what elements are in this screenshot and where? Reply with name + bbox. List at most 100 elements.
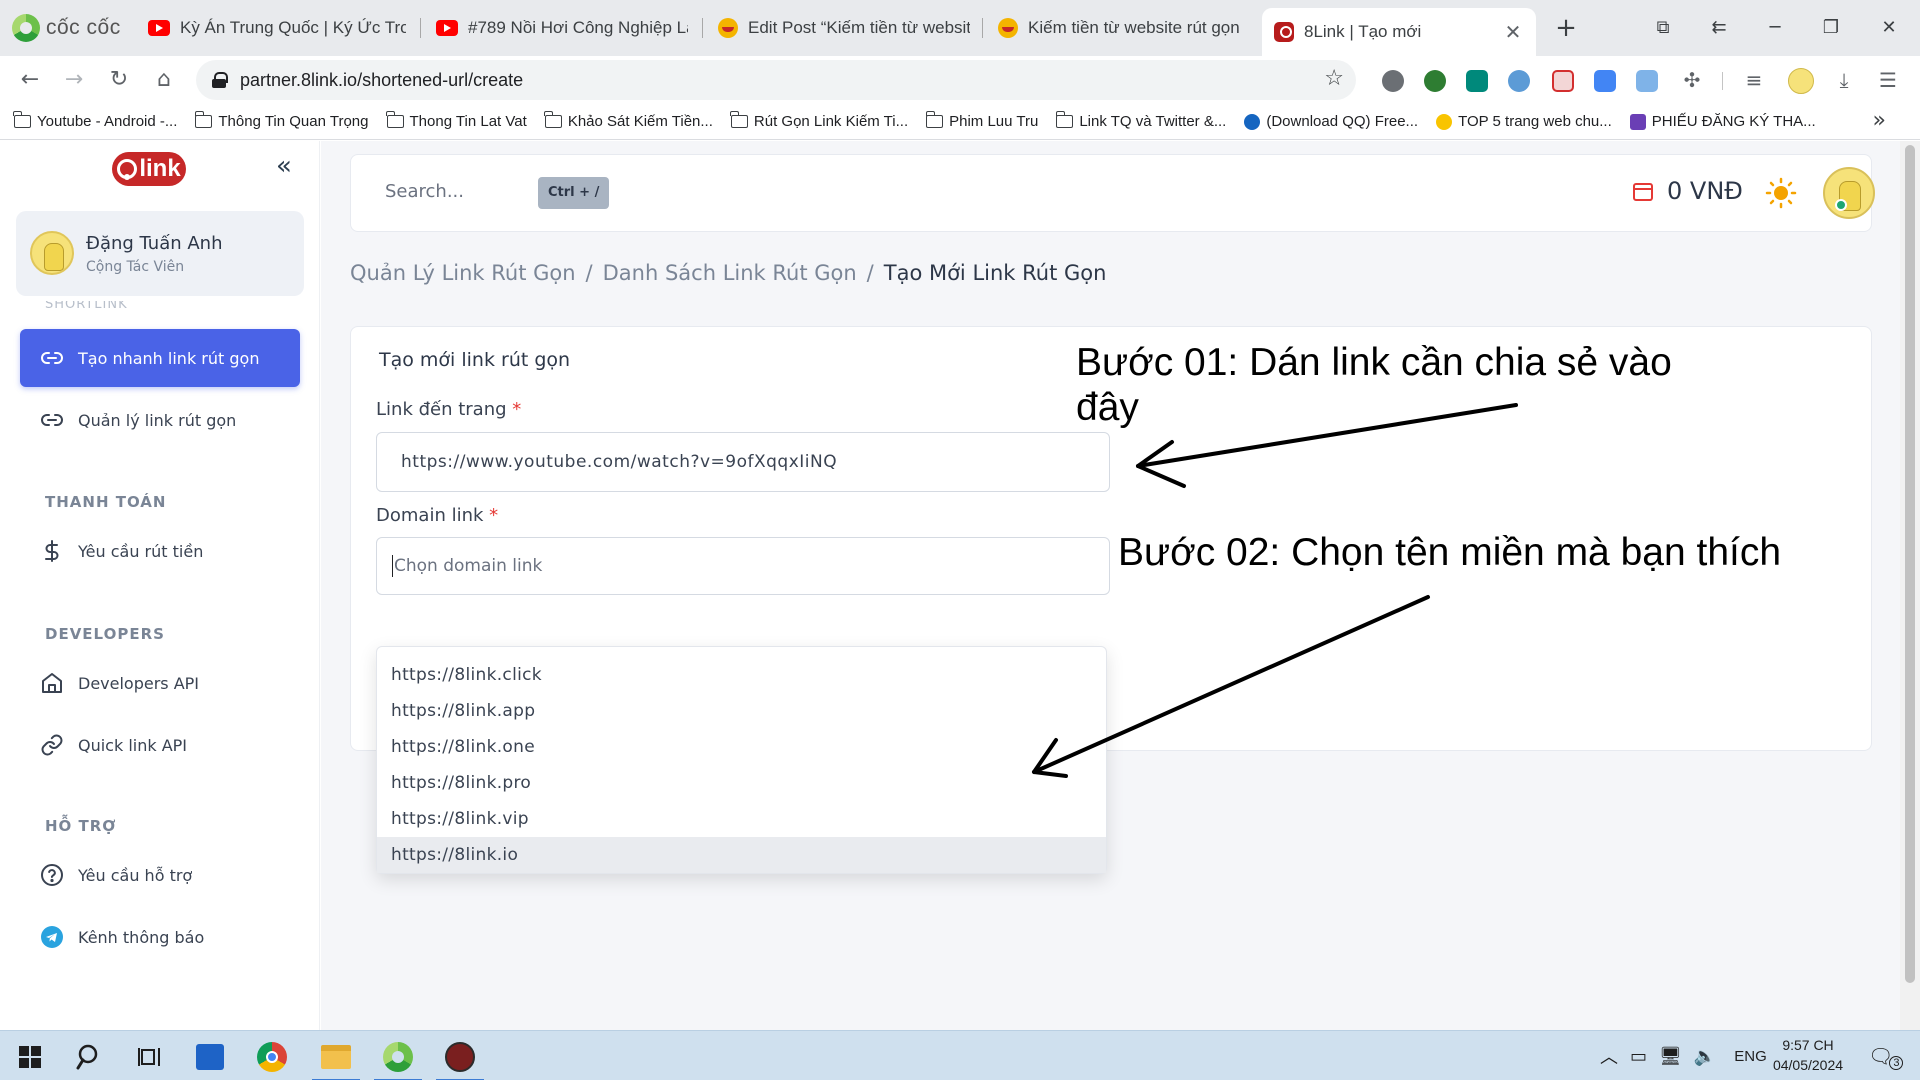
clock-date: 04/05/2024 xyxy=(1772,1057,1844,1073)
battery-icon[interactable]: ▭ xyxy=(1630,1046,1647,1067)
bookmark-star-icon[interactable]: ☆ xyxy=(1324,66,1344,91)
tab-label: Kiếm tiền từ website rút gọn lin xyxy=(1028,18,1244,37)
folder-icon xyxy=(13,111,31,128)
extensions-puzzle-icon[interactable]: ✣ xyxy=(1676,64,1708,96)
extension-robot-icon[interactable] xyxy=(1636,70,1658,92)
bookmark-item[interactable]: Phim Luu Tru xyxy=(925,111,1038,130)
breadcrumb: Quản Lý Link Rút Gọn / Danh Sách Link Rú… xyxy=(350,261,1106,285)
tab-2[interactable]: #789 Nồi Hơi Công Nghiệp Là xyxy=(424,8,700,48)
sun-icon[interactable] xyxy=(1765,177,1797,209)
scrollbar-thumb[interactable] xyxy=(1905,145,1915,983)
sidebar-item-notifications[interactable]: Kênh thông báo xyxy=(20,908,300,966)
reload-button[interactable]: ↻ xyxy=(103,64,135,96)
domain-option[interactable]: https://8link.vip xyxy=(377,801,1106,837)
bookmark-item[interactable]: Rút Gọn Link Kiếm Ti... xyxy=(730,111,908,130)
domain-option[interactable]: https://8link.one xyxy=(377,729,1106,765)
search-taskbar-button[interactable] xyxy=(62,1035,118,1079)
home-button[interactable]: ⌂ xyxy=(148,64,180,96)
clock[interactable]: 9:57 CH 04/05/2024 xyxy=(1760,1035,1856,1075)
domain-field-label: Domain link * xyxy=(376,505,498,526)
tab-3[interactable]: Edit Post “Kiếm tiền từ website xyxy=(706,8,982,48)
sidebar-item-support-request[interactable]: Yêu cầu hỗ trợ xyxy=(20,846,300,904)
breadcrumb-link[interactable]: Danh Sách Link Rút Gọn xyxy=(603,261,857,285)
notification-center-button[interactable]: 🗨 3 xyxy=(1868,1031,1904,1080)
extension-globe-icon[interactable] xyxy=(1424,70,1446,92)
bookmark-item[interactable]: Thông Tin Quan Trọng xyxy=(194,111,369,130)
extension-search-icon[interactable] xyxy=(1508,70,1530,92)
sidebar-item-withdraw[interactable]: Yêu cầu rút tiền xyxy=(20,522,300,580)
avatar[interactable] xyxy=(1823,167,1875,219)
new-tab-button[interactable]: + xyxy=(1550,12,1582,44)
extension-translate-icon[interactable] xyxy=(1594,70,1616,92)
sidebar: link « Đặng Tuấn Anh Cộng Tác Viên SHORT… xyxy=(0,141,320,1030)
domain-option[interactable]: https://8link.click xyxy=(377,657,1106,693)
tab-1[interactable]: Kỳ Án Trung Quốc | Ký Ức Trong xyxy=(136,8,418,48)
sidebar-item-label: Quản lý link rút gọn xyxy=(78,410,237,430)
start-button[interactable] xyxy=(2,1035,58,1079)
folder-icon xyxy=(544,111,562,128)
explorer-taskbar-app[interactable] xyxy=(308,1035,364,1080)
sidebar-item-quick-link-api[interactable]: Quick link API xyxy=(20,716,300,774)
destination-url-input[interactable] xyxy=(376,432,1110,492)
domain-select[interactable]: Chọn domain link xyxy=(376,537,1110,595)
help-circle-icon xyxy=(40,863,64,887)
lock-icon[interactable] xyxy=(212,72,228,88)
menu-icon[interactable]: ☰ xyxy=(1872,64,1904,96)
8link-logo[interactable]: link xyxy=(112,152,186,186)
store-taskbar-app[interactable] xyxy=(182,1035,238,1079)
tab-separator xyxy=(702,18,703,38)
address-bar[interactable]: partner.8link.io/shortened-url/create ☆ xyxy=(196,60,1356,100)
reading-list-icon[interactable]: ≡ xyxy=(1738,64,1770,96)
download-icon[interactable]: ⤓ xyxy=(1828,64,1860,96)
chevron-up-icon[interactable]: ︿ xyxy=(1600,1043,1618,1069)
back-button[interactable]: ← xyxy=(14,64,46,96)
close-tab-icon[interactable]: ✕ xyxy=(1502,20,1524,45)
profile-avatar-icon[interactable] xyxy=(1788,68,1814,94)
extension-cube-icon[interactable] xyxy=(1466,70,1488,92)
breadcrumb-link[interactable]: Quản Lý Link Rút Gọn xyxy=(350,261,576,285)
sidebar-item-quick-create[interactable]: Tạo nhanh link rút gọn xyxy=(20,329,300,387)
screenshot-icon[interactable]: ⧉ xyxy=(1640,10,1686,46)
more-bookmarks-icon[interactable]: » xyxy=(1873,108,1886,133)
search-input[interactable]: Search... xyxy=(385,181,464,202)
section-title-shortlink: SHORTLINK xyxy=(45,301,128,309)
bookmark-item[interactable]: Youtube - Android -... xyxy=(13,111,177,130)
task-view-button[interactable] xyxy=(122,1035,178,1079)
clock-time: 9:57 CH xyxy=(1782,1037,1834,1053)
minimize-button[interactable]: ─ xyxy=(1752,10,1798,46)
volume-icon[interactable]: 🔈 xyxy=(1694,1046,1716,1067)
domain-option[interactable]: https://8link.app xyxy=(377,693,1106,729)
user-card[interactable]: Đặng Tuấn Anh Cộng Tác Viên xyxy=(16,211,304,296)
extension-chart-icon[interactable] xyxy=(1552,70,1574,92)
section-title-developers: DEVELOPERS xyxy=(45,625,165,643)
bookmark-item[interactable]: PHIẾU ĐĂNG KÝ THA... xyxy=(1629,113,1816,130)
bookmark-item[interactable]: TOP 5 trang web chu... xyxy=(1436,113,1612,130)
page-scrollbar[interactable] xyxy=(1900,141,1920,1030)
bookmark-item[interactable]: (Download QQ) Free... xyxy=(1244,113,1418,130)
forward-button[interactable]: → xyxy=(58,64,90,96)
bookmark-item[interactable]: Link TQ và Twitter &... xyxy=(1055,111,1226,130)
toolbar-separator xyxy=(1722,72,1723,90)
bookmark-label: Khảo Sát Kiếm Tiền... xyxy=(567,113,713,130)
coccoc-taskbar-app[interactable] xyxy=(370,1035,426,1080)
collapse-sidebar-icon[interactable]: « xyxy=(276,153,302,179)
chrome-taskbar-app[interactable] xyxy=(244,1035,300,1079)
tab-4[interactable]: Kiếm tiền từ website rút gọn lin xyxy=(986,8,1256,48)
domain-field-label-text: Domain link xyxy=(376,505,484,526)
sidebar-item-manage-links[interactable]: Quản lý link rút gọn xyxy=(20,391,300,449)
required-mark: * xyxy=(489,505,499,526)
bookmark-item[interactable]: Thong Tin Lat Vat xyxy=(385,111,527,130)
tab-active[interactable]: 8Link | Tạo mới ✕ xyxy=(1262,8,1536,56)
extension-feather-icon[interactable] xyxy=(1382,70,1404,92)
game-taskbar-app[interactable] xyxy=(432,1035,488,1080)
annotation-step-1: Bước 01: Dán link cần chia sẻ vào đây xyxy=(1076,341,1672,429)
domain-option-highlighted[interactable]: https://8link.io xyxy=(377,837,1106,873)
browser-brand[interactable]: cốc cốc xyxy=(12,10,121,46)
sidebar-item-developers-api[interactable]: Developers API xyxy=(20,654,300,712)
close-window-button[interactable]: ✕ xyxy=(1866,10,1912,46)
history-back-icon[interactable]: ⇇ xyxy=(1696,10,1742,46)
domain-option[interactable]: https://8link.pro xyxy=(377,765,1106,801)
bookmark-item[interactable]: Khảo Sát Kiếm Tiền... xyxy=(544,111,713,130)
network-icon[interactable]: 🖥 xyxy=(1659,1046,1682,1067)
restore-button[interactable]: ❐ xyxy=(1808,10,1854,46)
